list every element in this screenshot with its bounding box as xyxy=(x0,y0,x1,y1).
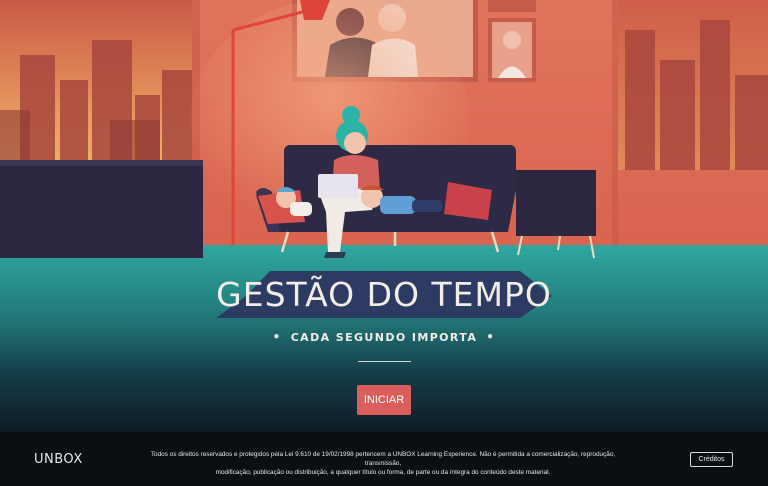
cabinet-left xyxy=(0,160,203,258)
legal-line-1: Todos os direitos reservados e protegido… xyxy=(150,451,616,467)
side-table xyxy=(516,170,596,236)
splash-screen: GESTÃO DO TEMPO • CADA SEGUNDO IMPORTA • I… xyxy=(0,0,768,486)
page-title: GESTÃO DO TEMPO xyxy=(216,275,552,314)
bullet-left: • xyxy=(272,330,282,344)
footer: UNBOX Todos os direitos reservados e pro… xyxy=(0,432,768,486)
subtitle-text: CADA SEGUNDO IMPORTA xyxy=(290,331,478,344)
divider xyxy=(358,361,411,362)
title-banner: GESTÃO DO TEMPO xyxy=(0,275,768,314)
legal-line-2: modificação, publicação ou distribuição,… xyxy=(215,469,551,476)
legal-notice: Todos os direitos reservados e protegido… xyxy=(133,450,633,477)
bullet-right: • xyxy=(486,330,496,344)
subtitle: • CADA SEGUNDO IMPORTA • xyxy=(0,330,768,344)
start-button[interactable]: INICIAR xyxy=(357,385,411,415)
credits-button[interactable]: Créditos xyxy=(690,452,733,467)
unbox-logo: UNBOX xyxy=(34,452,83,467)
